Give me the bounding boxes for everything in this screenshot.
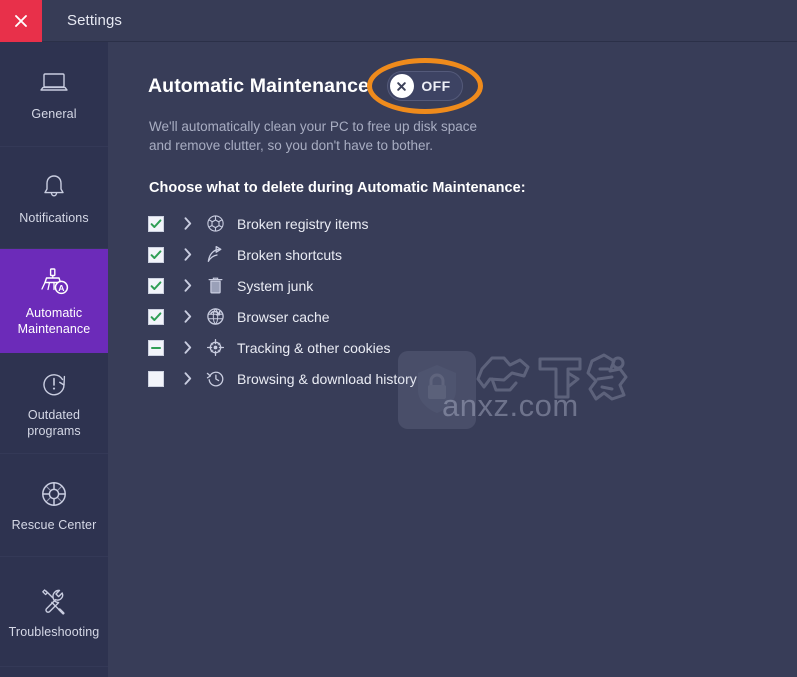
window-title: Settings	[67, 12, 122, 29]
close-icon	[13, 13, 29, 29]
trash-bin-icon	[205, 276, 225, 295]
sidebar-item-automatic-maintenance[interactable]: A Automatic Maintenance	[0, 249, 108, 353]
chevron-right-icon[interactable]	[179, 341, 197, 354]
checkbox-indeterminate[interactable]	[148, 339, 164, 356]
crosshair-target-icon	[205, 338, 225, 357]
sidebar-item-label: Notifications	[19, 210, 89, 225]
shortcut-arrow-icon	[205, 245, 225, 264]
svg-text:A: A	[58, 283, 64, 293]
list-item[interactable]: System junk	[148, 270, 708, 301]
list-item[interactable]: Tracking & other cookies	[148, 332, 708, 363]
sidebar-item-label: Outdated programs	[27, 408, 81, 438]
chevron-right-icon[interactable]	[179, 248, 197, 261]
laptop-icon	[39, 66, 69, 100]
main-content: Automatic Maintenance OFF We'll automati…	[112, 43, 797, 677]
automatic-maintenance-toggle-wrap: OFF	[366, 58, 483, 114]
clock-history-icon	[205, 369, 225, 388]
page-header: Automatic Maintenance OFF	[148, 58, 483, 114]
sidebar-item-label: General	[31, 107, 77, 121]
list-item-label: Tracking & other cookies	[237, 339, 391, 356]
list-item[interactable]: Browsing & download history	[148, 363, 708, 394]
description-text: We'll automatically clean your PC to fre…	[149, 119, 477, 153]
automatic-maintenance-toggle[interactable]: OFF	[386, 71, 463, 101]
bell-icon	[41, 170, 67, 204]
sidebar-item-label: Troubleshooting	[8, 624, 100, 639]
sidebar-item-rescue-center[interactable]: Rescue Center	[0, 454, 108, 557]
broom-a-icon: A	[38, 265, 70, 299]
section-title: Choose what to delete during Automatic M…	[149, 180, 526, 196]
checkbox-checked[interactable]	[148, 215, 164, 232]
chevron-right-icon[interactable]	[179, 217, 197, 230]
sidebar-item-label: Automatic Maintenance	[17, 305, 91, 336]
checkbox-checked[interactable]	[148, 277, 164, 294]
sidebar-item-general[interactable]: General	[0, 42, 108, 147]
sidebar-item-notifications[interactable]: Notifications	[0, 147, 108, 249]
checkbox-checked[interactable]	[148, 308, 164, 325]
cleanup-items-list: Broken registry items Broken shortcuts S…	[148, 208, 708, 394]
list-item[interactable]: Browser cache	[148, 301, 708, 332]
checkbox-unchecked[interactable]	[148, 370, 164, 387]
list-item-label: System junk	[237, 277, 314, 294]
wrench-screwdriver-icon	[39, 584, 69, 618]
list-item[interactable]: Broken shortcuts	[148, 239, 708, 270]
list-item-label: Browser cache	[237, 308, 330, 325]
checkbox-checked[interactable]	[148, 246, 164, 263]
sidebar-item-outdated-programs[interactable]: Outdated programs	[0, 353, 108, 454]
sidebar: General Notifications A Automatic Mainte…	[0, 42, 108, 677]
list-item-label: Browsing & download history	[237, 370, 417, 387]
title-bar: Settings	[0, 0, 797, 42]
x-circle-icon	[389, 74, 414, 98]
list-item[interactable]: Broken registry items	[148, 208, 708, 239]
page-title: Automatic Maintenance	[148, 74, 369, 97]
sidebar-item-troubleshooting[interactable]: Troubleshooting	[0, 557, 108, 667]
toggle-state-label: OFF	[421, 78, 451, 94]
close-button[interactable]	[0, 0, 42, 42]
sidebar-item-label: Rescue Center	[11, 518, 97, 532]
browser-globe-icon	[205, 307, 225, 326]
registry-polyhedron-icon	[205, 214, 225, 233]
settings-window: Settings General Notifications A Automat…	[0, 0, 797, 677]
chevron-right-icon[interactable]	[179, 310, 197, 323]
chevron-right-icon[interactable]	[179, 279, 197, 292]
exclamation-refresh-icon	[40, 367, 68, 401]
lifebuoy-icon	[39, 477, 69, 511]
list-item-label: Broken registry items	[237, 215, 369, 232]
list-item-label: Broken shortcuts	[237, 246, 343, 263]
chevron-right-icon[interactable]	[179, 372, 197, 385]
